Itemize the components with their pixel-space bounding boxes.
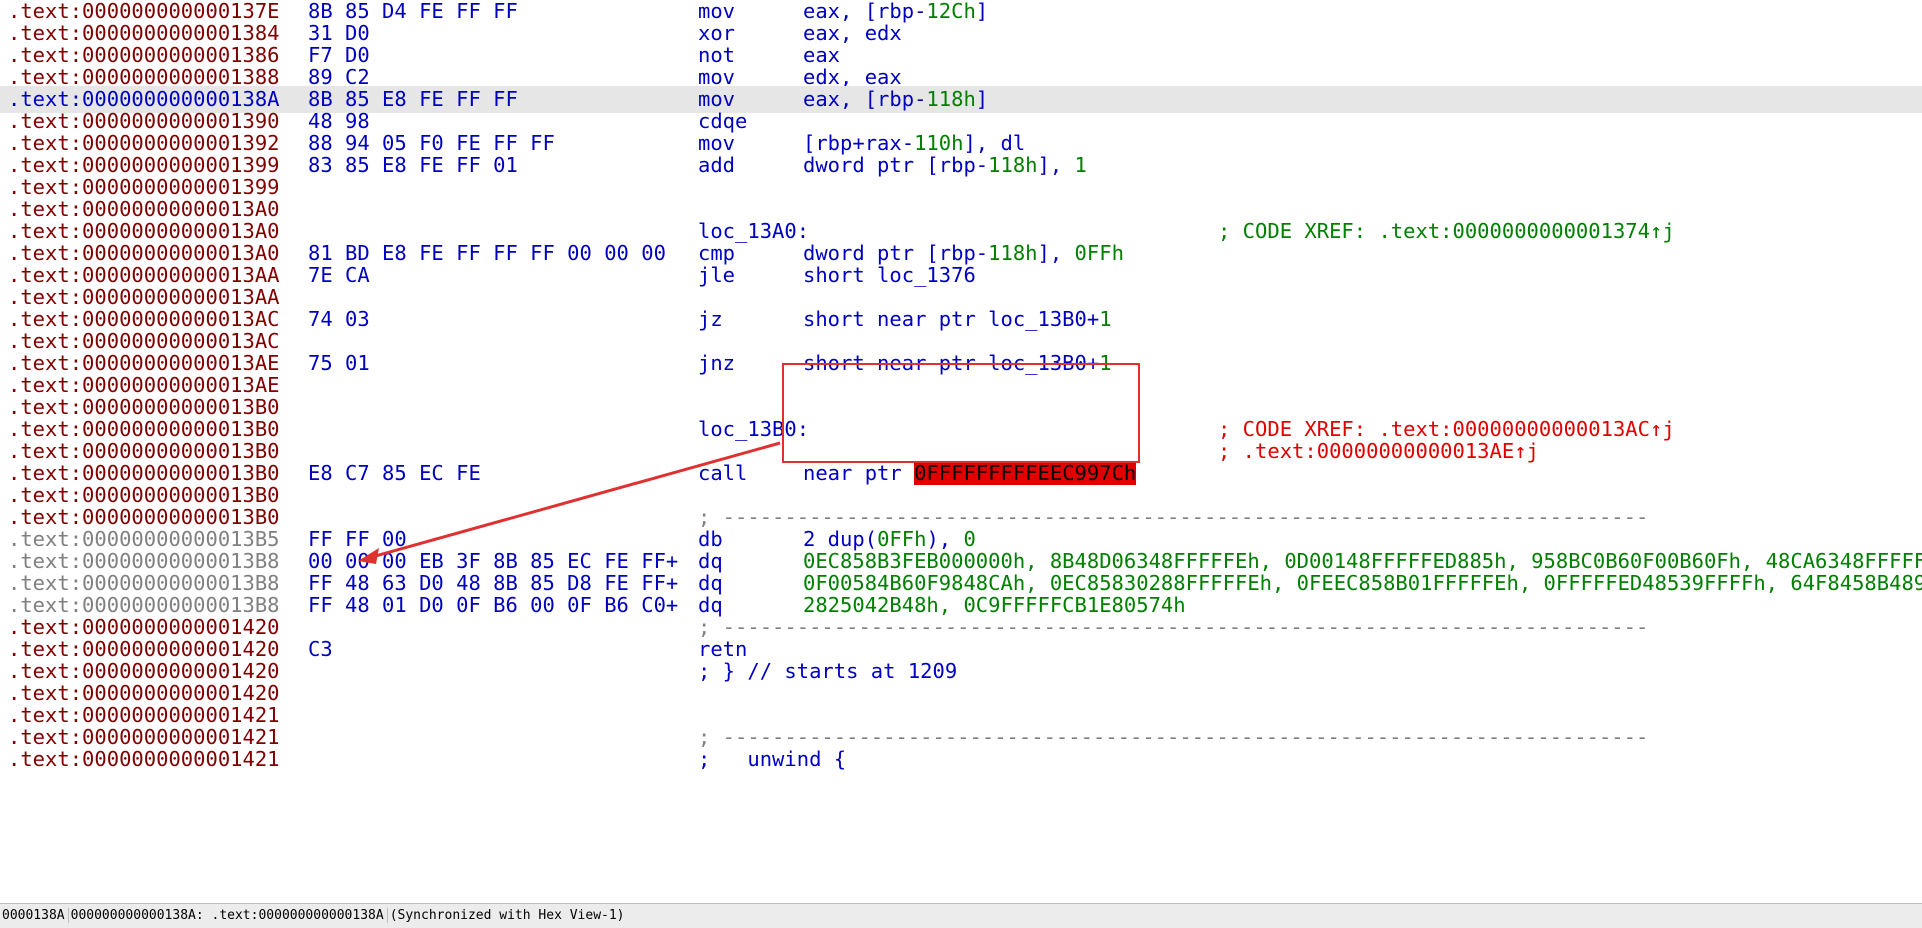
- status-bar: 0000138A 000000000000138A: .text:00000000…: [0, 903, 1922, 928]
- status-sync: (Synchronized with Hex View-1): [389, 908, 625, 923]
- listing-row[interactable]: .text:0000000000001421 ; unwind {: [0, 746, 1922, 773]
- address[interactable]: .text:0000000000001421: [8, 746, 280, 773]
- disassembly-listing[interactable]: .text:000000000000137E 8B 85 D4 FE FF FF m…: [0, 0, 1922, 903]
- text-comment: ; unwind {: [698, 747, 847, 771]
- status-address: 000000000000138A: .text:000000000000138A: [68, 908, 388, 923]
- status-offset: 0000138A: [0, 908, 69, 923]
